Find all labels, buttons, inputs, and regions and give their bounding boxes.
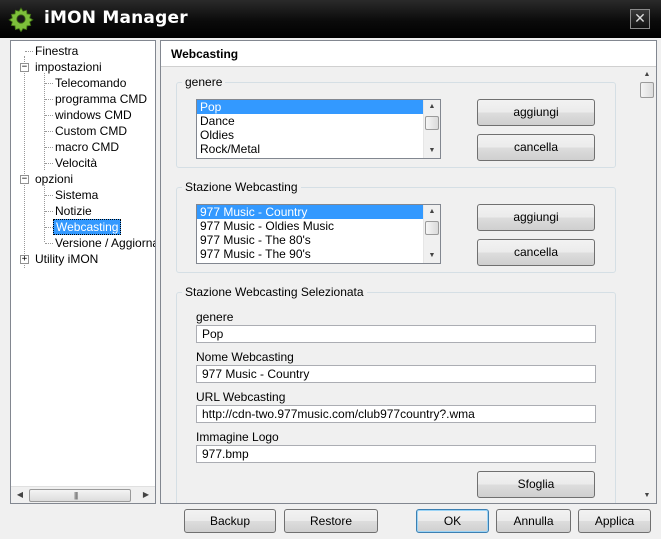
name-field-label: Nome Webcasting [196, 350, 294, 364]
list-item[interactable]: 977 Music - The 80's [197, 233, 440, 247]
ok-button[interactable]: OK [416, 509, 489, 533]
genre-delete-button[interactable]: cancella [477, 134, 595, 161]
scroll-down-icon[interactable]: ▼ [424, 249, 440, 263]
url-field-label: URL Webcasting [196, 390, 286, 404]
tree-item-velocita[interactable]: Velocità [55, 155, 97, 171]
tree-horizontal-scrollbar[interactable]: ◀ ||| ▶ [11, 486, 155, 503]
restore-button[interactable]: Restore [284, 509, 378, 533]
tree-item-utility-imon[interactable]: Utility iMON [35, 251, 98, 267]
tree-item-versione-aggiornamento[interactable]: Versione / Aggiornamento [55, 235, 155, 251]
tree-item-programma-cmd[interactable]: programma CMD [55, 91, 147, 107]
list-item[interactable]: 977 Music - The 90's [197, 247, 440, 261]
webcasting-page: Webcasting genere Pop Dance Oldies Rock/… [160, 40, 657, 504]
genre-list[interactable]: Pop Dance Oldies Rock/Metal ▲ ▼ [196, 99, 441, 159]
list-item[interactable]: 977 Music - Country [197, 205, 440, 219]
selected-station-group-label: Stazione Webcasting Selezionata [182, 285, 367, 299]
tree-item-macro-cmd[interactable]: macro CMD [55, 139, 119, 155]
backup-button[interactable]: Backup [184, 509, 276, 533]
station-delete-button[interactable]: cancella [477, 239, 595, 266]
station-list[interactable]: 977 Music - Country 977 Music - Oldies M… [196, 204, 441, 264]
scroll-down-icon[interactable]: ▼ [639, 488, 655, 503]
name-field[interactable]: 977 Music - Country [196, 365, 596, 383]
genre-group-label: genere [182, 75, 226, 89]
settings-tree[interactable]: Finestra − impostazioni Telecomando prog… [10, 40, 156, 504]
tree-item-webcasting[interactable]: Webcasting [53, 219, 122, 235]
gear-icon [8, 7, 34, 32]
window-title: iMON Manager [44, 8, 188, 28]
list-item[interactable]: 977 Music - Oldies Music [197, 219, 440, 233]
list-item[interactable]: Oldies [197, 128, 440, 142]
tree-item-finestra[interactable]: Finestra [35, 43, 78, 59]
tree-item-custom-cmd[interactable]: Custom CMD [55, 123, 127, 139]
tree-item-sistema[interactable]: Sistema [55, 187, 98, 203]
logo-field-label: Immagine Logo [196, 430, 279, 444]
tree-item-opzioni[interactable]: opzioni [35, 171, 73, 187]
station-add-button[interactable]: aggiungi [477, 204, 595, 231]
url-field[interactable]: http://cdn-two.977music.com/club977count… [196, 405, 596, 423]
scroll-up-icon[interactable]: ▲ [639, 67, 655, 82]
tree-item-telecomando[interactable]: Telecomando [55, 75, 126, 91]
list-item[interactable]: Dance [197, 114, 440, 128]
browse-button[interactable]: Sfoglia [477, 471, 595, 498]
genre-field-label: genere [196, 310, 234, 324]
scroll-right-icon[interactable]: ▶ [138, 487, 154, 503]
genre-field[interactable]: Pop [196, 325, 596, 343]
scroll-up-icon[interactable]: ▲ [424, 205, 440, 219]
genre-list-scrollbar[interactable]: ▲ ▼ [423, 100, 440, 158]
close-icon: ✕ [634, 10, 646, 26]
collapse-icon[interactable]: − [20, 175, 29, 184]
scroll-down-icon[interactable]: ▼ [424, 144, 440, 158]
expand-icon[interactable]: + [20, 255, 29, 264]
scroll-up-icon[interactable]: ▲ [424, 100, 440, 114]
list-item[interactable]: Rock/Metal [197, 142, 440, 156]
station-group-label: Stazione Webcasting [182, 180, 301, 194]
tree-item-notizie[interactable]: Notizie [55, 203, 92, 219]
imon-manager-window: iMON Manager ✕ Finestra − impostazioni T… [0, 0, 661, 539]
logo-field[interactable]: 977.bmp [196, 445, 596, 463]
scrollbar-thumb[interactable]: ||| [29, 489, 131, 502]
genre-add-button[interactable]: aggiungi [477, 99, 595, 126]
page-title: Webcasting [171, 47, 239, 61]
scrollbar-thumb[interactable] [425, 221, 439, 235]
collapse-icon[interactable]: − [20, 63, 29, 72]
grip-icon: ||| [74, 491, 78, 500]
tree-item-windows-cmd[interactable]: windows CMD [55, 107, 132, 123]
scroll-left-icon[interactable]: ◀ [12, 487, 28, 503]
content-vertical-scrollbar[interactable]: ▲ ▼ [639, 67, 656, 503]
scrollbar-thumb[interactable] [640, 82, 654, 98]
page-header: Webcasting [161, 41, 656, 67]
title-bar[interactable]: iMON Manager ✕ [0, 0, 661, 38]
close-button[interactable]: ✕ [630, 9, 650, 29]
scrollbar-thumb[interactable] [425, 116, 439, 130]
tree-item-impostazioni[interactable]: impostazioni [35, 59, 102, 75]
station-list-scrollbar[interactable]: ▲ ▼ [423, 205, 440, 263]
apply-button[interactable]: Applica [578, 509, 651, 533]
list-item[interactable]: Pop [197, 100, 440, 114]
cancel-button[interactable]: Annulla [496, 509, 571, 533]
